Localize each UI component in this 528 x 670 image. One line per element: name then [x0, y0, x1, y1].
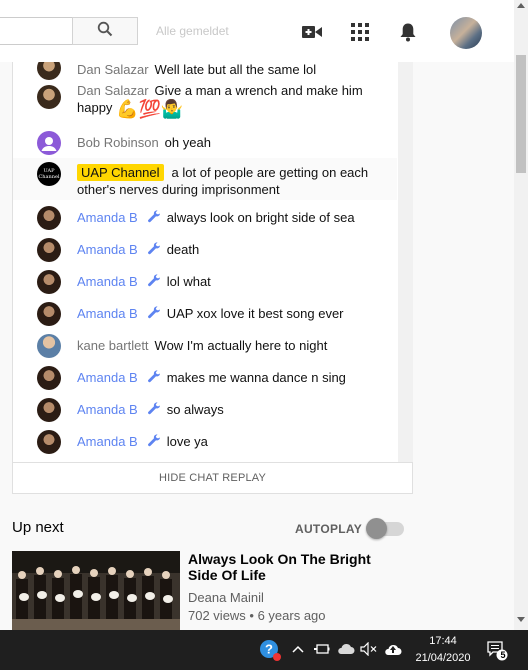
account-avatar[interactable]	[450, 17, 482, 49]
svg-text:?: ?	[265, 642, 273, 657]
chat-message-list[interactable]: Dan Salazar Well late but all the same lo…	[13, 62, 397, 462]
message-text: death	[166, 242, 200, 257]
wrench-icon	[147, 402, 160, 415]
cloud-icon[interactable]	[337, 640, 355, 658]
speaker-muted-icon[interactable]	[360, 640, 378, 658]
video-title[interactable]: Always Look On The Bright Side Of Life	[188, 551, 398, 583]
chat-message: Amanda B UAP xox love it best song ever	[13, 302, 397, 326]
avatar[interactable]	[37, 430, 61, 454]
message-emojis: 💪💯🤷‍♂️	[116, 99, 184, 119]
chat-scrollbar[interactable]	[398, 62, 413, 462]
message-author[interactable]: Amanda B	[77, 274, 138, 289]
chat-message: Amanda B love ya	[13, 430, 397, 454]
message-text: Well late but all the same lol	[154, 62, 317, 77]
message-author[interactable]: Amanda B	[77, 242, 138, 257]
battery-plug-icon[interactable]	[313, 640, 331, 658]
avatar[interactable]	[37, 334, 61, 358]
message-text: Wow I'm actually here to night	[154, 338, 328, 353]
search-icon	[97, 21, 113, 42]
wrench-icon	[147, 210, 160, 223]
message-author[interactable]: Amanda B	[77, 306, 138, 321]
wrench-icon	[147, 242, 160, 255]
up-next-heading: Up next	[12, 519, 64, 536]
chat-message: Bob Robinson oh yeah	[13, 131, 397, 155]
avatar[interactable]	[37, 270, 61, 294]
avatar[interactable]	[37, 206, 61, 230]
avatar[interactable]	[37, 398, 61, 422]
chat-message: Dan Salazar Give a man a wrench and make …	[13, 82, 397, 118]
message-text: love ya	[166, 434, 208, 449]
chat-message: Amanda B death	[13, 238, 397, 262]
chat-message: kane bartlett Wow I'm actually here to ni…	[13, 334, 397, 358]
avatar[interactable]	[37, 366, 61, 390]
message-text: always look on bright side of sea	[166, 210, 355, 225]
message-author[interactable]: Amanda B	[77, 434, 138, 449]
message-author[interactable]: Amanda B	[77, 402, 138, 417]
message-author[interactable]: Amanda B	[77, 370, 138, 385]
video-thumbnail[interactable]	[12, 551, 180, 631]
video-camera-plus-icon[interactable]	[301, 21, 323, 43]
scroll-up-arrow-icon[interactable]	[517, 3, 525, 8]
scroll-down-arrow-icon[interactable]	[517, 617, 525, 622]
help-icon[interactable]: ?	[259, 639, 281, 661]
action-center-icon[interactable]: 5	[486, 639, 508, 661]
wrench-icon	[147, 274, 160, 287]
message-text: so always	[166, 402, 224, 417]
avatar[interactable]	[37, 302, 61, 326]
message-text: oh yeah	[164, 135, 211, 150]
message-author[interactable]: Dan Salazar	[77, 62, 149, 77]
avatar[interactable]	[37, 238, 61, 262]
message-text: UAP xox love it best song ever	[166, 306, 344, 321]
apps-grid-icon[interactable]	[349, 21, 371, 43]
notification-count: 5	[500, 650, 506, 660]
video-meta: 702 views • 6 years ago	[188, 608, 326, 623]
wrench-icon	[147, 434, 160, 447]
message-text: lol what	[166, 274, 211, 289]
avatar[interactable]	[37, 62, 61, 80]
message-author[interactable]: Bob Robinson	[77, 135, 159, 150]
message-author[interactable]: Dan Salazar	[77, 83, 149, 98]
search-button[interactable]	[72, 17, 138, 45]
clock-date: 21/04/2020	[415, 652, 471, 664]
autoplay-label: AUTOPLAY	[295, 522, 363, 536]
channel-owner-chip[interactable]: UAP Channel	[77, 164, 164, 181]
page-scrollbar[interactable]	[514, 0, 528, 630]
chevron-up-icon[interactable]	[289, 640, 307, 658]
message-text: makes me wanna dance n sing	[166, 370, 346, 385]
cloud-upload-icon[interactable]	[384, 640, 402, 658]
chat-message-highlighted: UAP Channel UAP Channel a lot of people a…	[13, 158, 397, 200]
chat-message: Amanda B always look on bright side of se…	[13, 206, 397, 230]
avatar[interactable]	[37, 85, 61, 109]
masthead: Alle gemeldet	[0, 0, 514, 62]
wrench-icon	[147, 370, 160, 383]
avatar[interactable]	[37, 131, 61, 155]
chat-message: Amanda B so always	[13, 398, 397, 422]
taskbar-clock[interactable]: 17:44 21/04/2020	[408, 633, 478, 667]
video-channel[interactable]: Deana Mainil	[188, 590, 264, 605]
chat-message: Amanda B lol what	[13, 270, 397, 294]
hide-chat-replay-button[interactable]: HIDE CHAT REPLAY	[13, 462, 412, 494]
message-author[interactable]: Amanda B	[77, 210, 138, 225]
search-input[interactable]	[0, 17, 72, 45]
wrench-icon	[147, 306, 160, 319]
message-author[interactable]: kane bartlett	[77, 338, 149, 353]
scrollbar-thumb[interactable]	[516, 55, 526, 173]
live-chat-replay: Dan Salazar Well late but all the same lo…	[12, 62, 413, 494]
avatar[interactable]: UAP Channel	[37, 162, 61, 186]
clock-time: 17:44	[429, 635, 457, 647]
avatar-text: UAP Channel	[38, 168, 60, 180]
autoplay-toggle-knob[interactable]	[366, 518, 387, 539]
chat-message: Dan Salazar Well late but all the same lo…	[13, 62, 397, 80]
chat-message: Amanda B makes me wanna dance n sing	[13, 366, 397, 390]
bell-icon[interactable]	[397, 21, 419, 43]
faded-text: Alle gemeldet	[156, 24, 229, 38]
